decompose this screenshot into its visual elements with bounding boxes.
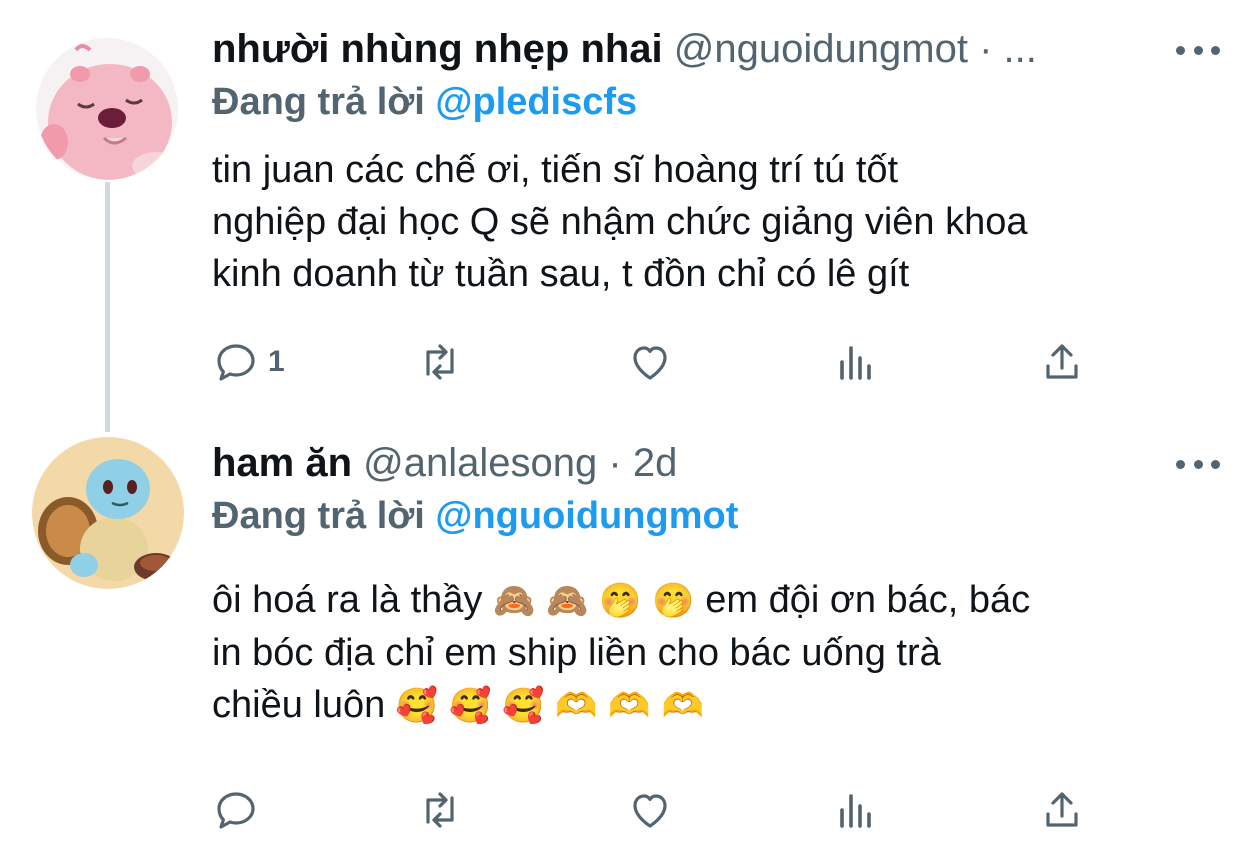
replying-to: Đang trả lời @nguoidungmot: [212, 492, 738, 540]
retweet-button[interactable]: [416, 334, 464, 390]
tweet-text-segment: em đội ơn bác, bác: [705, 579, 1031, 621]
replying-to-mention[interactable]: @nguoidungmot: [435, 495, 738, 537]
tweet-text: ôi hoá ra là thầy 🙈 🙈 🤭 🤭 em đội ơn bác,…: [212, 574, 1212, 732]
tweet-text-segment: ôi hoá ra là thầy: [212, 579, 483, 621]
tweet-header: nhười nhùng nhẹp nhai @nguoidungmot · ..…: [212, 24, 1037, 74]
reply-icon: [217, 344, 255, 381]
reply-button[interactable]: 1: [212, 334, 285, 390]
separator-dot: ·: [979, 27, 993, 71]
timestamp[interactable]: ...: [1004, 27, 1037, 71]
tweet-header: ham ăn @anlalesong · 2d: [212, 438, 677, 488]
analytics-icon: [840, 794, 871, 828]
more-dot: [1176, 45, 1185, 55]
share-button[interactable]: [1038, 334, 1086, 390]
replying-to-mention[interactable]: @plediscfs: [435, 81, 637, 123]
more-dot: [1211, 45, 1220, 55]
tweet-text-line: nghiệp đại học Q sẽ nhậm chức giảng viên…: [212, 201, 1028, 243]
avatar-squirtle-image: [32, 437, 184, 589]
tweet-text-line: in bóc địa chỉ em ship liền cho bác uống…: [212, 632, 941, 674]
more-dot: [1211, 459, 1220, 469]
share-icon: [1046, 344, 1078, 379]
more-icon[interactable]: [1176, 40, 1220, 60]
avatar[interactable]: [32, 437, 184, 589]
retweet-button[interactable]: [416, 782, 464, 838]
more-icon[interactable]: [1176, 454, 1220, 474]
display-name[interactable]: nhười nhùng nhẹp nhai: [212, 27, 663, 71]
replying-to: Đang trả lời @plediscfs: [212, 78, 637, 126]
tweet-actions: [212, 782, 1092, 842]
thread-connector-line: [105, 182, 110, 432]
user-handle[interactable]: @anlalesong: [363, 441, 597, 485]
tweet-text-line: tin juan các chế ơi, tiến sĩ hoàng trí t…: [212, 149, 899, 191]
like-button[interactable]: [626, 334, 674, 390]
emoji-group: 🥰 🥰 🥰 🫶 🫶 🫶: [395, 686, 704, 726]
emoji-group: 🙈 🙈 🤭 🤭: [492, 581, 695, 621]
share-icon: [1046, 792, 1078, 827]
more-dot: [1193, 45, 1203, 55]
tweet-actions: 1: [212, 334, 1092, 394]
tweet-text-line: chiều luôn 🥰 🥰 🥰 🫶 🫶 🫶: [212, 679, 1212, 732]
retweet-icon: [426, 344, 454, 380]
user-handle[interactable]: @nguoidungmot: [674, 27, 968, 71]
replying-to-label: Đang trả lời: [212, 81, 425, 123]
like-button[interactable]: [626, 782, 674, 838]
tweet-text: tin juan các chế ơi, tiến sĩ hoàng trí t…: [212, 144, 1212, 300]
display-name[interactable]: ham ăn: [212, 441, 352, 485]
retweet-icon: [426, 792, 454, 828]
analytics-icon: [840, 346, 871, 380]
like-icon: [633, 346, 667, 380]
timestamp[interactable]: 2d: [633, 441, 678, 485]
reply-icon: [217, 792, 255, 829]
share-button[interactable]: [1038, 782, 1086, 838]
reply-count: 1: [268, 345, 285, 378]
analytics-button[interactable]: [832, 782, 880, 838]
analytics-button[interactable]: [832, 334, 880, 390]
replying-to-label: Đang trả lời: [212, 495, 425, 537]
like-icon: [633, 794, 667, 828]
avatar[interactable]: [36, 38, 178, 180]
avatar-pink-beaver-image: [36, 38, 178, 180]
more-dot: [1193, 459, 1203, 469]
tweet-text-segment: chiều luôn: [212, 684, 386, 726]
more-dot: [1176, 459, 1185, 469]
tweet-text-line: ôi hoá ra là thầy 🙈 🙈 🤭 🤭 em đội ơn bác,…: [212, 574, 1212, 627]
separator-dot: ·: [608, 441, 622, 485]
tweet-text-line: kinh doanh từ tuần sau, t đồn chỉ có lê …: [212, 253, 910, 295]
reply-button[interactable]: [212, 782, 268, 838]
